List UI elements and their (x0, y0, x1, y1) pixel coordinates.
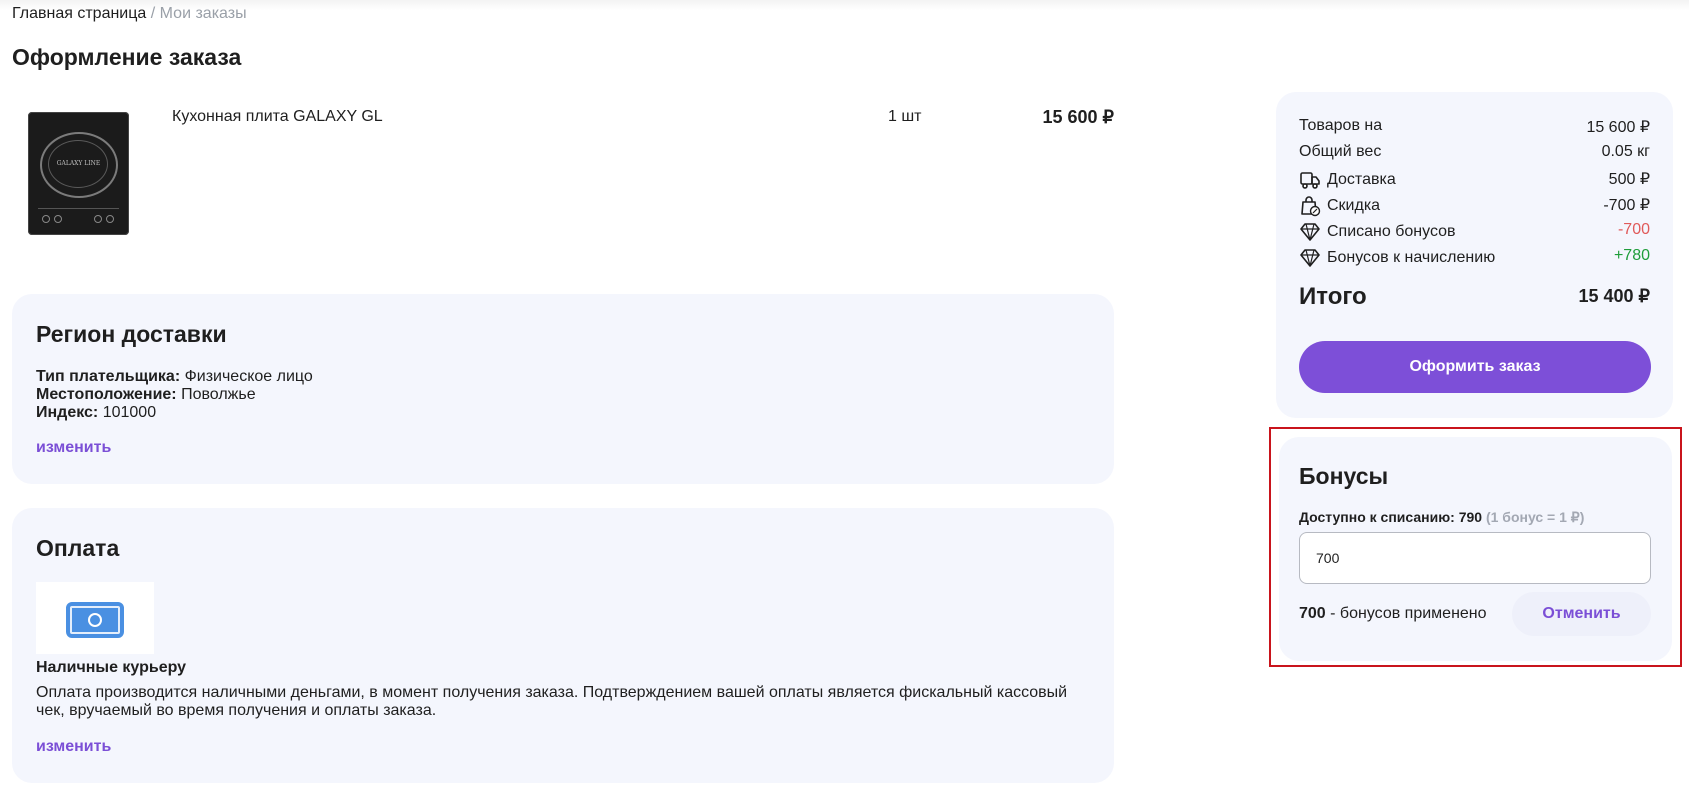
discount-value: -700 ₽ (1603, 197, 1650, 214)
bonuses-input[interactable] (1299, 532, 1651, 584)
bonuses-available-label: Доступно к списанию: 790 (1299, 509, 1483, 525)
total-label: Итого (1299, 283, 1367, 310)
location-label: Местоположение: (36, 386, 177, 403)
location-value: Поволжье (181, 386, 256, 403)
breadcrumb-current[interactable]: Мои заказы (160, 5, 247, 22)
truck-icon (1300, 172, 1320, 189)
bonuses-applied-label: - бонусов применено (1325, 605, 1487, 622)
payment-method-name: Наличные курьеру (36, 659, 187, 676)
location-line: Местоположение: Поволжье (36, 386, 313, 404)
region-info: Тип плательщика: Физическое лицо Местопо… (36, 368, 313, 422)
earn-bonuses-label: Бонусов к начислению (1327, 249, 1496, 266)
index-label: Индекс: (36, 404, 99, 421)
index-value: 101000 (102, 404, 157, 421)
breadcrumb-separator: / (150, 5, 156, 22)
payment-description: Оплата производится наличными деньгами, … (36, 684, 1068, 719)
payer-type-label: Тип плательщика: (36, 368, 181, 385)
bag-percent-icon (1301, 196, 1321, 217)
product-quantity: 1 шт (888, 108, 922, 125)
discount-label: Скидка (1327, 197, 1381, 214)
delivery-label: Доставка (1327, 171, 1396, 188)
delivery-value: 500 ₽ (1608, 171, 1650, 188)
cancel-bonuses-button[interactable]: Отменить (1512, 592, 1651, 636)
delivery-region-card: Регион доставки Тип плательщика: Физичес… (12, 294, 1114, 484)
summary-earn-bonuses-row: Бонусов к начислению +780 (1299, 245, 1650, 269)
bonuses-title: Бонусы (1299, 463, 1389, 489)
top-bar (0, 0, 1689, 10)
product-name[interactable]: Кухонная плита GALAXY GL (172, 108, 383, 126)
summary-goods-row: Товаров на 15 600 ₽ (1299, 115, 1650, 139)
goods-label: Товаров на (1299, 117, 1383, 134)
goods-value: 15 600 ₽ (1586, 119, 1650, 136)
region-change-link[interactable]: изменить (36, 439, 111, 457)
total-value: 15 400 ₽ (1578, 286, 1650, 306)
weight-value: 0.05 кг (1601, 143, 1650, 160)
diamond-icon (1300, 223, 1320, 241)
summary-total-row: Итого 15 400 ₽ (1299, 283, 1650, 317)
breadcrumb-home-link[interactable]: Главная страница (12, 5, 146, 22)
summary-discount-row: Скидка -700 ₽ (1299, 193, 1650, 217)
payment-title: Оплата (36, 535, 120, 561)
place-order-button[interactable]: Оформить заказ (1299, 341, 1651, 393)
summary-weight-row: Общий вес 0.05 кг (1299, 141, 1650, 165)
bonuses-rate: (1 бонус = 1 ₽) (1485, 509, 1585, 525)
breadcrumb: Главная страница / Мои заказы (12, 5, 247, 23)
bonuses-card: Бонусы Доступно к списанию: 790 (1 бонус… (1279, 437, 1672, 661)
product-image[interactable]: GALAXY LINE (28, 112, 129, 235)
region-title: Регион доставки (36, 321, 227, 347)
earn-bonuses-value: +780 (1613, 247, 1650, 264)
payment-method-option[interactable] (36, 582, 154, 654)
payment-change-link[interactable]: изменить (36, 738, 111, 756)
product-image-brand: GALAXY LINE (56, 160, 101, 167)
payment-card: Оплата Наличные курьеру Оплата производи… (12, 508, 1114, 783)
diamond-icon (1300, 249, 1320, 267)
payer-type-value: Физическое лицо (184, 368, 313, 385)
bonuses-applied-text: 700 - бонусов применено (1299, 605, 1487, 623)
spent-bonuses-label: Списано бонусов (1327, 223, 1456, 240)
payer-type-line: Тип плательщика: Физическое лицо (36, 368, 313, 386)
bonuses-applied-amount: 700 (1299, 605, 1326, 622)
spent-bonuses-value: -700 (1617, 221, 1650, 238)
index-line: Индекс: 101000 (36, 404, 313, 422)
weight-label: Общий вес (1299, 143, 1382, 160)
product-price: 15 600 ₽ (1042, 107, 1114, 127)
order-summary-card: Товаров на 15 600 ₽ Общий вес 0.05 кг До… (1276, 92, 1673, 418)
bonuses-available: Доступно к списанию: 790 (1 бонус = 1 ₽) (1299, 509, 1584, 526)
summary-spent-bonuses-row: Списано бонусов -700 (1299, 219, 1650, 243)
cash-icon (66, 602, 124, 638)
summary-delivery-row: Доставка 500 ₽ (1299, 167, 1650, 191)
page-title: Оформление заказа (12, 44, 242, 70)
